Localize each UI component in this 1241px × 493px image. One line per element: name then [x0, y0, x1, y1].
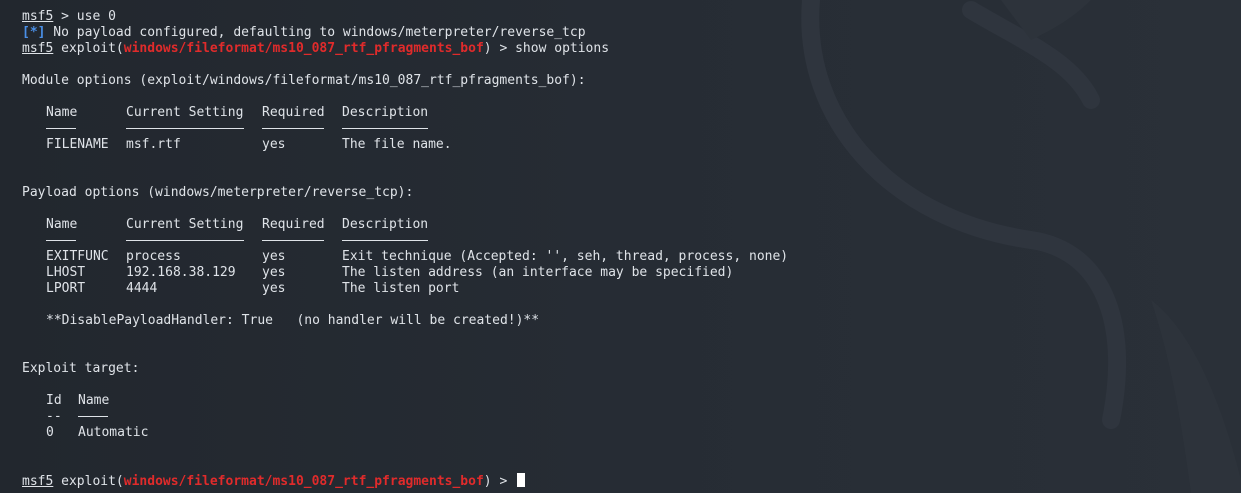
- exploit-target-header: Exploit target:: [22, 361, 140, 376]
- payload-row-setting: 192.168.38.129: [126, 265, 236, 280]
- payload-row-name: LPORT: [46, 281, 86, 296]
- target-col-id: Id: [46, 393, 62, 408]
- module-col-name: Name: [46, 105, 78, 120]
- header-rule: [262, 240, 324, 241]
- prompt-label: msf5: [22, 41, 54, 56]
- header-rule: [46, 128, 76, 129]
- module-options-header: Module options (exploit/windows/fileform…: [22, 73, 586, 88]
- module-col-setting: Current Setting: [126, 105, 244, 120]
- command-text: > use 0: [53, 9, 116, 24]
- payload-row-setting: process: [126, 249, 181, 264]
- header-rule: [78, 416, 108, 417]
- exploit-open: exploit(: [53, 474, 124, 489]
- header-rule: [342, 128, 428, 129]
- payload-row-description: The listen port: [342, 281, 460, 296]
- module-row-name: FILENAME: [46, 137, 109, 152]
- module-path: windows/fileformat/ms10_087_rtf_pfragmen…: [123, 474, 484, 489]
- header-rule: [342, 240, 428, 241]
- payload-row-description: The listen address (an interface may be …: [342, 265, 734, 280]
- kali-dragon-icon: [801, 0, 1241, 493]
- payload-options-header: Payload options (windows/meterpreter/rev…: [22, 185, 414, 200]
- target-id-separator: --: [46, 409, 62, 424]
- terminal-window[interactable]: msf5 > use 0 [*] No payload configured, …: [0, 0, 1241, 493]
- payload-row-setting: 4444: [126, 281, 158, 296]
- target-row-name: Automatic: [78, 425, 149, 440]
- module-row-required: yes: [262, 137, 286, 152]
- terminal-line-show-options: msf5 exploit(windows/fileformat/ms10_087…: [22, 41, 609, 57]
- info-text: No payload configured, defaulting to win…: [45, 25, 586, 40]
- payload-row-required: yes: [262, 249, 286, 264]
- terminal-line-use: msf5 > use 0: [22, 9, 116, 25]
- module-path: windows/fileformat/ms10_087_rtf_pfragmen…: [123, 41, 484, 56]
- prompt-label: msf5: [22, 9, 54, 24]
- payload-col-description: Description: [342, 217, 429, 232]
- module-row-setting: msf.rtf: [126, 137, 181, 152]
- payload-col-setting: Current Setting: [126, 217, 244, 232]
- payload-col-name: Name: [46, 217, 78, 232]
- payload-row-name: LHOST: [46, 265, 86, 280]
- header-rule: [126, 240, 244, 241]
- module-col-description: Description: [342, 105, 429, 120]
- exploit-close-prompt: ) >: [483, 474, 516, 489]
- header-rule: [262, 128, 324, 129]
- target-row-id: 0: [46, 425, 54, 440]
- exploit-close-command: ) > show options: [483, 41, 610, 56]
- disable-handler-note: **DisablePayloadHandler: True (no handle…: [46, 313, 540, 328]
- block-cursor-icon[interactable]: [517, 473, 526, 487]
- module-col-required: Required: [262, 105, 325, 120]
- header-rule: [126, 128, 244, 129]
- terminal-line-info: [*] No payload configured, defaulting to…: [22, 25, 586, 41]
- exploit-open: exploit(: [53, 41, 124, 56]
- payload-row-description: Exit technique (Accepted: '', seh, threa…: [342, 249, 789, 264]
- prompt-label: msf5: [22, 474, 54, 489]
- target-col-name: Name: [78, 393, 110, 408]
- module-row-description: The file name.: [342, 137, 452, 152]
- terminal-input-line[interactable]: msf5 exploit(windows/fileformat/ms10_087…: [22, 473, 526, 489]
- payload-col-required: Required: [262, 217, 325, 232]
- header-rule: [46, 240, 76, 241]
- info-tag: [*]: [22, 25, 46, 40]
- payload-row-required: yes: [262, 281, 286, 296]
- payload-row-required: yes: [262, 265, 286, 280]
- payload-row-name: EXITFUNC: [46, 249, 109, 264]
